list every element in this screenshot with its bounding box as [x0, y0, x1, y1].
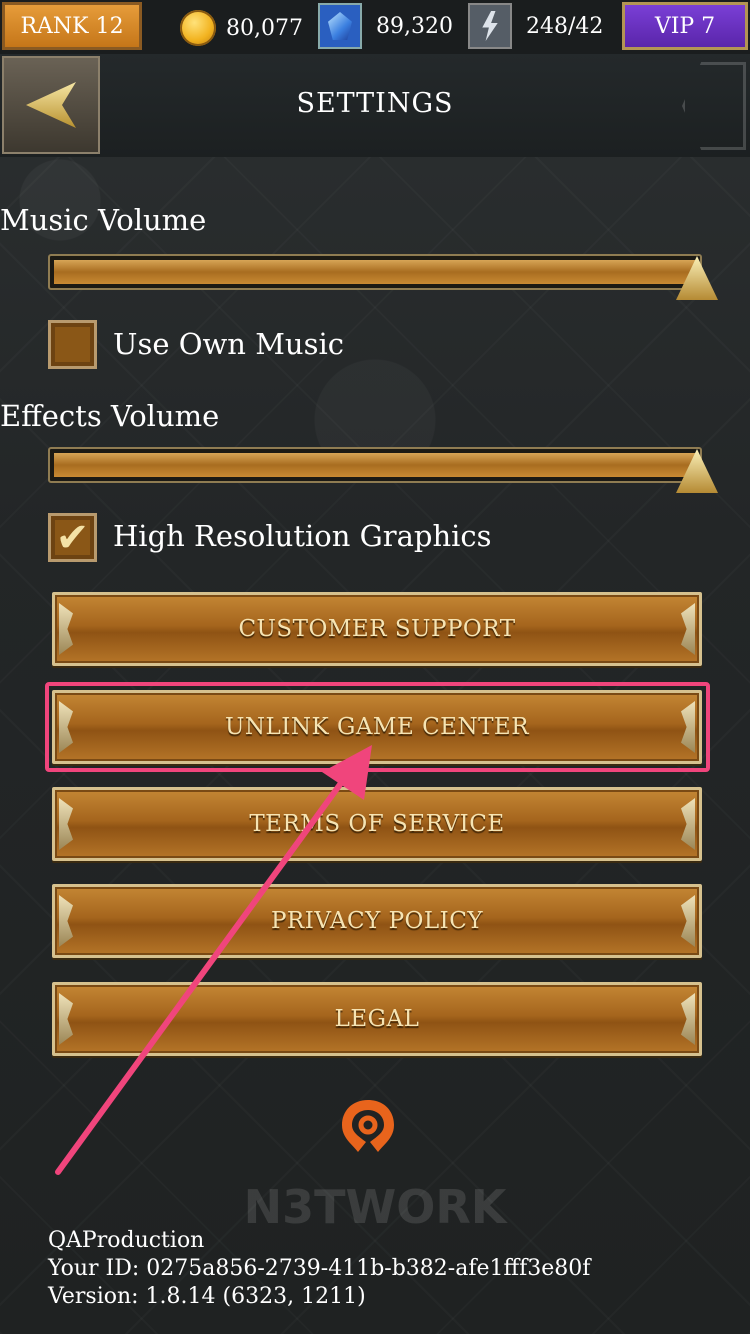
- user-id-label: Your ID: 0275a856-2739-411b-b382-afe1fff…: [48, 1256, 591, 1281]
- version-label: Version: 1.8.14 (6323, 1211): [48, 1284, 366, 1309]
- n3twork-logo-icon: [342, 1100, 394, 1152]
- environment-label: QAProduction: [48, 1228, 205, 1253]
- n3twork-watermark: N3TWORK: [243, 1180, 507, 1234]
